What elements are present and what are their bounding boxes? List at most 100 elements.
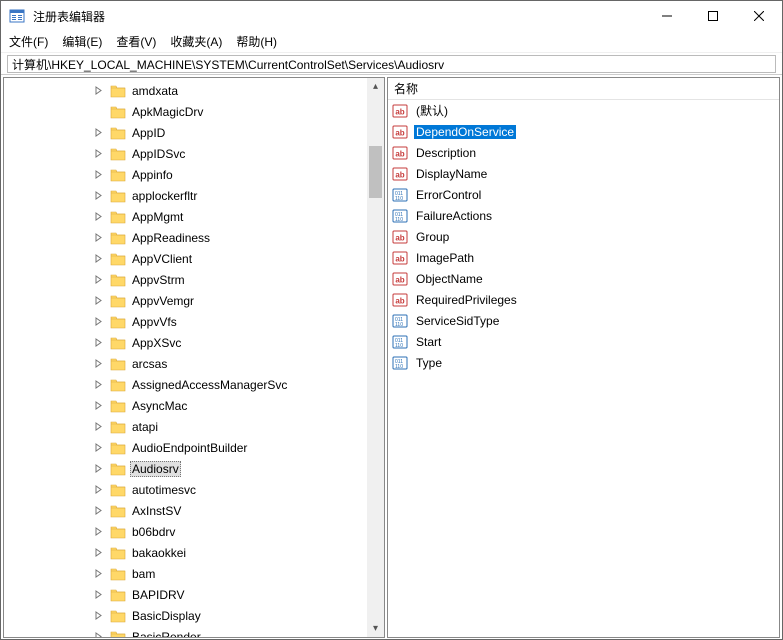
- scroll-down-icon[interactable]: ▾: [367, 620, 384, 637]
- expand-icon[interactable]: [94, 338, 106, 347]
- minimize-button[interactable]: [644, 1, 690, 31]
- expand-icon[interactable]: [94, 527, 106, 536]
- expand-icon[interactable]: [94, 485, 106, 494]
- expand-icon[interactable]: [94, 233, 106, 242]
- value-row[interactable]: Type: [388, 352, 779, 373]
- value-row[interactable]: RequiredPrivileges: [388, 289, 779, 310]
- address-bar: [1, 53, 782, 75]
- tree-item[interactable]: AssignedAccessManagerSvc: [4, 374, 384, 395]
- value-name: Type: [414, 356, 444, 370]
- expand-icon[interactable]: [94, 128, 106, 137]
- tree-item[interactable]: arcsas: [4, 353, 384, 374]
- column-name[interactable]: 名称: [394, 80, 418, 97]
- tree-item[interactable]: ApkMagicDrv: [4, 101, 384, 122]
- value-row[interactable]: Description: [388, 142, 779, 163]
- scroll-up-icon[interactable]: ▴: [367, 78, 384, 95]
- tree-item[interactable]: AudioEndpointBuilder: [4, 437, 384, 458]
- tree-item-label: AsyncMac: [130, 399, 189, 413]
- value-name: DisplayName: [414, 167, 489, 181]
- tree-item[interactable]: bakaokkei: [4, 542, 384, 563]
- expand-icon[interactable]: [94, 212, 106, 221]
- tree-item[interactable]: AppvStrm: [4, 269, 384, 290]
- expand-icon[interactable]: [94, 275, 106, 284]
- tree-item[interactable]: autotimesvc: [4, 479, 384, 500]
- tree-item[interactable]: bam: [4, 563, 384, 584]
- scroll-thumb[interactable]: [369, 146, 382, 198]
- tree-item[interactable]: AppVClient: [4, 248, 384, 269]
- expand-icon[interactable]: [94, 506, 106, 515]
- expand-icon[interactable]: [94, 590, 106, 599]
- tree-item[interactable]: AxInstSV: [4, 500, 384, 521]
- value-row[interactable]: ErrorControl: [388, 184, 779, 205]
- tree-item-label: AppReadiness: [130, 231, 212, 245]
- tree-item[interactable]: b06bdrv: [4, 521, 384, 542]
- string-value-icon: [392, 124, 408, 140]
- expand-icon[interactable]: [94, 443, 106, 452]
- expand-icon[interactable]: [94, 296, 106, 305]
- value-row[interactable]: DependOnService: [388, 121, 779, 142]
- tree-item[interactable]: AppvVemgr: [4, 290, 384, 311]
- menu-edit[interactable]: 编辑(E): [62, 33, 102, 50]
- expand-icon[interactable]: [94, 401, 106, 410]
- tree-item[interactable]: BAPIDRV: [4, 584, 384, 605]
- expand-icon[interactable]: [94, 254, 106, 263]
- tree-item[interactable]: applockerfltr: [4, 185, 384, 206]
- menu-favorites[interactable]: 收藏夹(A): [170, 33, 222, 50]
- menu-file[interactable]: 文件(F): [9, 33, 48, 50]
- tree-item-label: arcsas: [130, 357, 169, 371]
- tree-item[interactable]: amdxata: [4, 80, 384, 101]
- expand-icon[interactable]: [94, 317, 106, 326]
- tree-pane[interactable]: amdxataApkMagicDrvAppIDAppIDSvcAppinfo ap…: [3, 77, 385, 638]
- menu-help[interactable]: 帮助(H): [236, 33, 277, 50]
- tree-item[interactable]: AsyncMac: [4, 395, 384, 416]
- folder-icon: [110, 273, 126, 287]
- value-row[interactable]: ObjectName: [388, 268, 779, 289]
- expand-icon[interactable]: [94, 191, 106, 200]
- tree-item[interactable]: AppMgmt: [4, 206, 384, 227]
- expand-icon[interactable]: [94, 569, 106, 578]
- values-pane[interactable]: 名称 (默认) DependOnServiceDescription Display…: [387, 77, 780, 638]
- value-row[interactable]: DisplayName: [388, 163, 779, 184]
- value-row[interactable]: FailureActions: [388, 205, 779, 226]
- folder-icon: [110, 105, 126, 119]
- expand-icon[interactable]: [94, 548, 106, 557]
- expand-icon[interactable]: [94, 149, 106, 158]
- tree-item[interactable]: BasicDisplay: [4, 605, 384, 626]
- tree-item-label: AssignedAccessManagerSvc: [130, 378, 289, 392]
- tree-item[interactable]: AppID: [4, 122, 384, 143]
- maximize-button[interactable]: [690, 1, 736, 31]
- value-row[interactable]: Group: [388, 226, 779, 247]
- tree-item[interactable]: AppReadiness: [4, 227, 384, 248]
- tree-item[interactable]: BasicRender: [4, 626, 384, 638]
- expand-icon[interactable]: [94, 464, 106, 473]
- tree-item[interactable]: AppIDSvc: [4, 143, 384, 164]
- tree-item-label: applockerfltr: [130, 189, 199, 203]
- tree-item[interactable]: Audiosrv: [4, 458, 384, 479]
- value-name: (默认): [414, 102, 450, 119]
- tree-item[interactable]: Appinfo: [4, 164, 384, 185]
- menu-view[interactable]: 查看(V): [116, 33, 156, 50]
- expand-icon[interactable]: [94, 380, 106, 389]
- path-input[interactable]: [7, 55, 776, 73]
- expand-icon[interactable]: [94, 170, 106, 179]
- expand-icon[interactable]: [94, 611, 106, 620]
- tree-scrollbar[interactable]: ▴ ▾: [367, 78, 384, 637]
- folder-icon: [110, 126, 126, 140]
- tree-item-label: AppvVemgr: [130, 294, 196, 308]
- value-row[interactable]: Start: [388, 331, 779, 352]
- tree-item[interactable]: AppvVfs: [4, 311, 384, 332]
- expand-icon[interactable]: [94, 422, 106, 431]
- list-header[interactable]: 名称: [388, 78, 779, 100]
- value-row[interactable]: ImagePath: [388, 247, 779, 268]
- expand-icon[interactable]: [94, 632, 106, 638]
- tree-item[interactable]: AppXSvc: [4, 332, 384, 353]
- expand-icon[interactable]: [94, 359, 106, 368]
- close-button[interactable]: [736, 1, 782, 31]
- string-value-icon: [392, 103, 408, 119]
- value-name: FailureActions: [414, 209, 494, 223]
- value-row[interactable]: (默认): [388, 100, 779, 121]
- folder-icon: [110, 546, 126, 560]
- tree-item[interactable]: atapi: [4, 416, 384, 437]
- value-row[interactable]: ServiceSidType: [388, 310, 779, 331]
- expand-icon[interactable]: [94, 86, 106, 95]
